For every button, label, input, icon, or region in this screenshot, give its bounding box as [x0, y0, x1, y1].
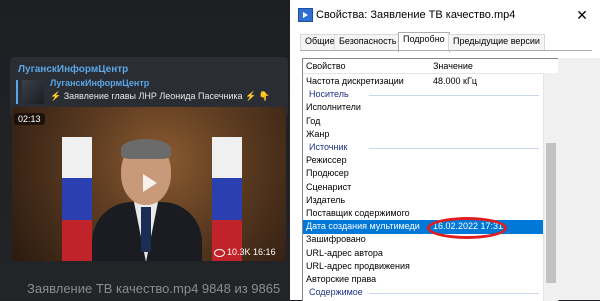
selected-property-row[interactable]: Дата создания мультимеди 16.02.2022 17:31 [303, 220, 543, 235]
red-highlight-ellipse [427, 217, 507, 239]
reply-accent-bar [16, 80, 18, 104]
flag-left [62, 137, 92, 261]
group-header[interactable]: Носитель [303, 88, 543, 102]
video-duration-badge: 02:13 [14, 113, 45, 125]
property-name: Содержимое [309, 287, 363, 298]
scroll-thumb[interactable] [546, 143, 556, 283]
property-row[interactable]: Поставщик содержимого [303, 207, 543, 221]
reply-thumbnail [22, 80, 44, 104]
play-icon[interactable] [143, 174, 157, 192]
property-row[interactable]: Сценарист [303, 181, 543, 195]
property-name: Зашифровано [306, 234, 366, 245]
group-divider [369, 148, 539, 149]
video-file-icon [298, 8, 313, 22]
eye-icon [214, 248, 225, 257]
property-name: Продюсер [306, 168, 349, 179]
telegram-post-panel: ЛуганскИнформЦентр ЛуганскИнформЦентр ⚡ … [0, 0, 290, 300]
close-button[interactable]: ✕ [570, 4, 594, 26]
reply-text[interactable]: ⚡ Заявление главы ЛНР Леонида Пасечника … [50, 91, 270, 102]
property-name: Режиссер [306, 155, 347, 166]
views-badge: 10.3K 16:16 [214, 247, 276, 257]
property-name: Сценарист [306, 181, 352, 192]
property-row[interactable]: Исполнители [303, 101, 543, 115]
dialog-titlebar[interactable]: Свойства: Заявление ТВ качество.mp4 ✕ [290, 0, 600, 30]
list-header: Свойство Значение [303, 59, 558, 74]
column-property[interactable]: Свойство [306, 61, 346, 71]
property-name: URL-адрес продвижения [306, 260, 410, 271]
property-name: Жанр [306, 128, 330, 139]
dialog-title: Свойства: Заявление ТВ качество.mp4 [316, 9, 516, 21]
post-time: 16:16 [253, 247, 276, 257]
group-divider [369, 95, 539, 97]
views-count: 10.3K [227, 247, 251, 257]
property-name: Носитель [309, 89, 349, 100]
property-row[interactable]: Продюсер [303, 167, 543, 181]
property-row[interactable]: Издатель [303, 194, 543, 208]
property-name: Авторские права [306, 274, 377, 284]
group-divider [369, 293, 539, 295]
reply-author[interactable]: ЛуганскИнформЦентр [50, 78, 149, 88]
property-row[interactable]: URL-адрес продвижения [303, 260, 543, 274]
speaker-hair [121, 139, 171, 159]
properties-dialog: Свойства: Заявление ТВ качество.mp4 ✕ Об… [290, 0, 600, 301]
property-name: Поставщик содержимого [306, 208, 410, 218]
channel-name[interactable]: ЛуганскИнформЦентр [18, 64, 128, 75]
group-header[interactable]: Источник [303, 141, 543, 155]
tab-security[interactable]: Безопасность [334, 34, 402, 51]
property-name: URL-адрес автора [306, 247, 383, 258]
property-row[interactable]: Год [303, 115, 543, 129]
column-value[interactable]: Значение [433, 61, 473, 71]
property-name: Исполнители [306, 102, 361, 113]
group-header[interactable]: Содержимое [303, 286, 543, 300]
property-name: Источник [309, 142, 348, 152]
property-row[interactable]: Частота дискретизации 48.000 кГц [303, 75, 543, 89]
tab-previous-versions[interactable]: Предыдущие версии [448, 34, 545, 51]
property-name: Издатель [306, 194, 346, 205]
video-player[interactable] [12, 107, 286, 261]
property-value: 48.000 кГц [433, 76, 477, 86]
property-name: Дата создания мультимеди [306, 221, 420, 232]
tab-details[interactable]: Подробно [398, 32, 450, 52]
properties-list[interactable]: Свойство Значение Частота дискретизации 4… [302, 58, 559, 301]
tab-divider [300, 50, 592, 51]
speaker-tie [141, 207, 151, 252]
download-caption: Заявление ТВ качество.mp4 9848 из 9865 [27, 281, 281, 296]
property-row[interactable]: Авторские права [303, 273, 543, 287]
property-row[interactable]: Зашифровано [303, 233, 543, 247]
property-name: Частота дискретизации [306, 76, 404, 86]
property-row[interactable]: Режиссер [303, 154, 543, 168]
property-row[interactable]: URL-адрес автора [303, 247, 543, 261]
flag-right [212, 137, 242, 261]
property-row[interactable]: Жанр [303, 128, 543, 142]
vertical-scrollbar[interactable] [543, 73, 558, 301]
dialog-right-area [558, 58, 600, 300]
property-name: Год [306, 115, 321, 126]
